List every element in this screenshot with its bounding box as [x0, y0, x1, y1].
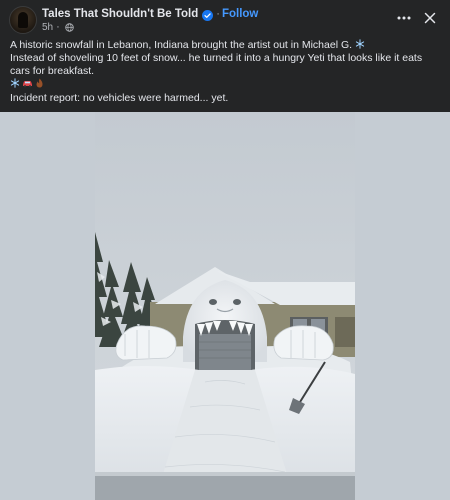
- page-avatar[interactable]: [9, 6, 37, 34]
- car-icon: [22, 78, 35, 92]
- snow-yeti-photo[interactable]: [95, 112, 355, 500]
- follow-button[interactable]: Follow: [222, 8, 258, 20]
- snowflake-icon: [10, 78, 22, 92]
- emoji-row: [10, 78, 442, 92]
- media-left-fill: [0, 112, 95, 500]
- verified-badge-icon: [202, 8, 214, 21]
- more-options-icon[interactable]: [394, 8, 414, 28]
- snowflake-icon: [355, 39, 365, 51]
- post-header: Tales That Shouldn't Be Told · Follow 5h…: [0, 0, 450, 38]
- fire-icon: [35, 78, 46, 92]
- post-text-line: Incident report: no vehicles were harmed…: [10, 91, 229, 104]
- post-body: A historic snowfall in Lebanon, Indiana …: [10, 39, 442, 105]
- post-media[interactable]: [0, 112, 450, 500]
- post-text-line: Instead of shoveling 10 feet of snow... …: [10, 52, 423, 78]
- page-name-row: Tales That Shouldn't Be Told · Follow: [42, 6, 258, 21]
- media-right-fill: [355, 112, 450, 500]
- post-text-line: A historic snowfall in Lebanon, Indiana …: [10, 39, 442, 52]
- meta-separator: ·: [56, 21, 60, 33]
- post-meta: 5h ·: [42, 21, 74, 33]
- post-text-1: A historic snowfall in Lebanon, Indiana …: [10, 39, 353, 51]
- avatar-figure: [18, 12, 28, 28]
- post-timestamp[interactable]: 5h: [42, 22, 53, 33]
- name-separator: ·: [216, 7, 220, 20]
- page-name[interactable]: Tales That Shouldn't Be Told: [42, 8, 198, 20]
- close-icon[interactable]: [420, 8, 440, 28]
- post-card: Tales That Shouldn't Be Told · Follow 5h…: [0, 0, 450, 500]
- globe-icon: [65, 22, 74, 32]
